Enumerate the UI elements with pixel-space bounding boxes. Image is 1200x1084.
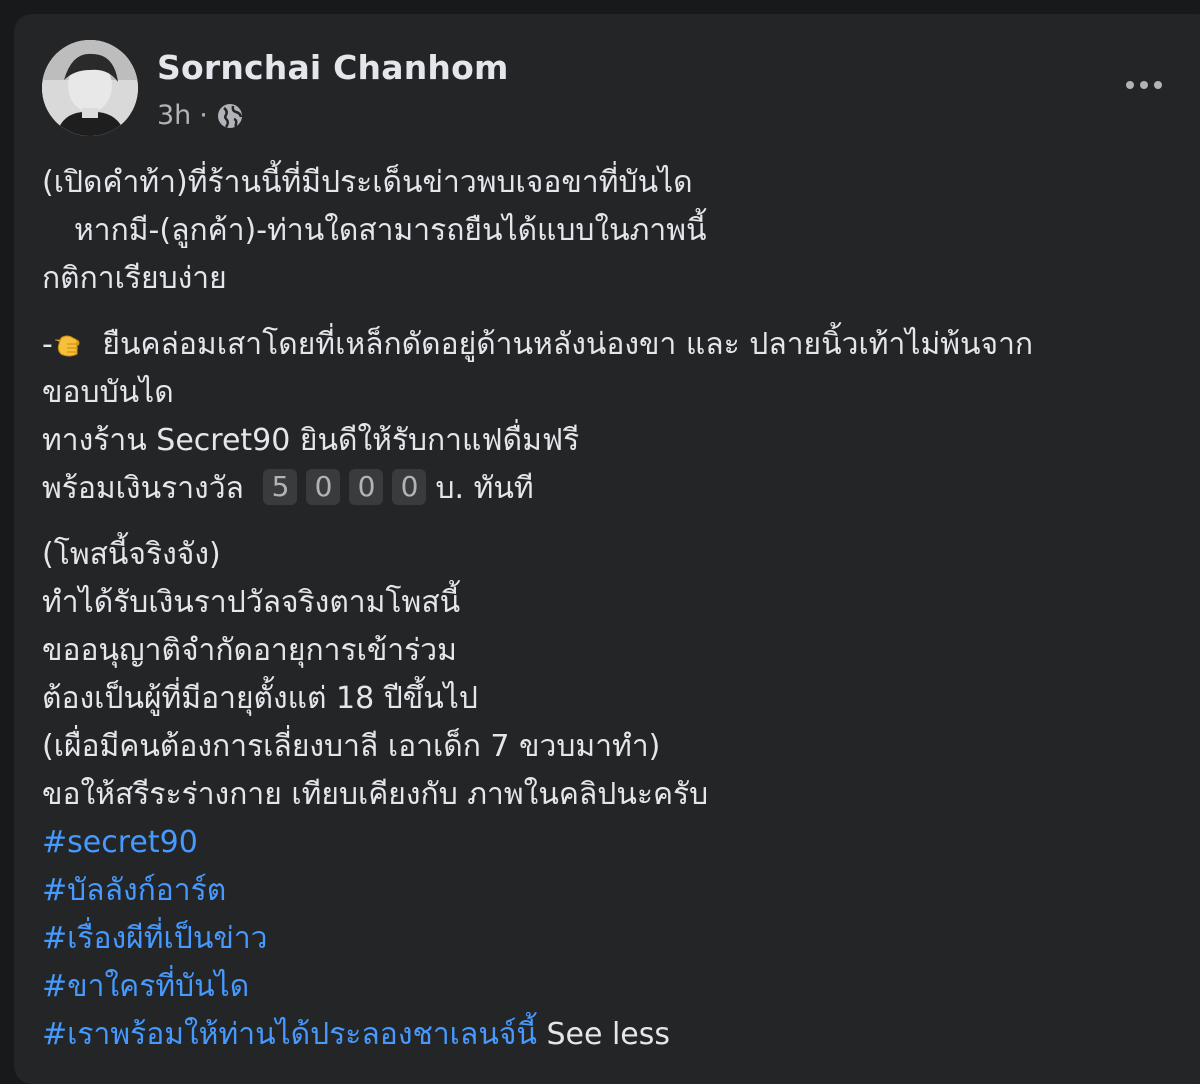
- meta-separator: ·: [199, 100, 208, 131]
- post-header: Sornchai Chanhom 3h ·: [42, 40, 1200, 140]
- hashtag-link[interactable]: #ขาใครที่บันได: [42, 969, 249, 1004]
- closing-line: ต้องเป็นผู้ที่มีอายุตั้งแต่ 18 ปีขึ้นไป: [42, 681, 478, 716]
- rule-line: - ยืนคล่อมเสาโดยที่เหล็กดัดอยู่ด้านหลังน…: [42, 321, 1194, 369]
- closing-line: ทำได้รับเงินราปวัลจริงตามโพสนี้: [42, 585, 461, 620]
- closing-line: ขอให้สรีระร่างกาย เทียบเคียงกับ ภาพในคลิ…: [42, 777, 709, 812]
- avatar-image: [42, 40, 138, 136]
- intro-line: (เปิดคำท้า)ที่ร้านนี้ที่มีประเด็นข่าวพบเ…: [42, 165, 693, 200]
- intro-line: หากมี-(ลูกค้า)-ท่านใดสามารถยืนได้แบบในภา…: [74, 213, 707, 248]
- avatar[interactable]: [42, 40, 138, 136]
- hashtag-link[interactable]: #เรื่องผีที่เป็นข่าว: [42, 921, 268, 956]
- post-time[interactable]: 3h: [157, 100, 191, 131]
- see-less-button[interactable]: See less: [546, 1017, 670, 1052]
- prize-line: พร้อมเงินรางวัล 5 0 0 0 บ. ทันที: [42, 465, 1194, 513]
- rule-line: ขอบบันได: [42, 375, 174, 410]
- intro-line: กติกาเรียบง่าย: [42, 261, 227, 296]
- prize-digit: 0: [349, 469, 384, 505]
- post-body: (เปิดคำท้า)ที่ร้านนี้ที่มีประเด็นข่าวพบเ…: [42, 159, 1194, 1059]
- prize-prefix: พร้อมเงินรางวัล: [42, 471, 244, 506]
- closing-line: (เผื่อมีคนต้องการเลี่ยงบาลี เอาเด็ก 7 ขว…: [42, 729, 661, 764]
- author-name[interactable]: Sornchai Chanhom: [157, 48, 509, 87]
- rule-prefix: -: [42, 327, 53, 362]
- prize-suffix: บ. ทันที: [435, 471, 534, 506]
- prize-digit: 0: [306, 469, 341, 505]
- rule-line: ทางร้าน Secret90 ยินดีให้รับกาแฟดื่มฟรี: [42, 423, 580, 458]
- pointing-hand-icon: [54, 335, 80, 357]
- hashtag-link[interactable]: #เราพร้อมให้ท่านได้ประลองชาเลนจ์นี้: [42, 1017, 537, 1052]
- closing-line: (โพสนี้จริงจัง): [42, 537, 221, 572]
- hashtag-link[interactable]: #บัลลังก์อาร์ต: [42, 873, 226, 908]
- globe-icon[interactable]: [216, 102, 244, 130]
- post-card: Sornchai Chanhom 3h · (เปิดคำท้า)ที่ร้าน…: [14, 14, 1200, 1084]
- post-meta: 3h ·: [157, 100, 244, 131]
- more-options-icon[interactable]: [1120, 70, 1168, 100]
- closing-line: ขออนุญาติจำกัดอายุการเข้าร่วม: [42, 633, 457, 668]
- prize-digit: 5: [263, 469, 298, 505]
- prize-digit: 0: [392, 469, 427, 505]
- hashtag-link[interactable]: #secret90: [42, 825, 198, 860]
- rule-text: ยืนคล่อมเสาโดยที่เหล็กดัดอยู่ด้านหลังน่อ…: [102, 327, 1034, 362]
